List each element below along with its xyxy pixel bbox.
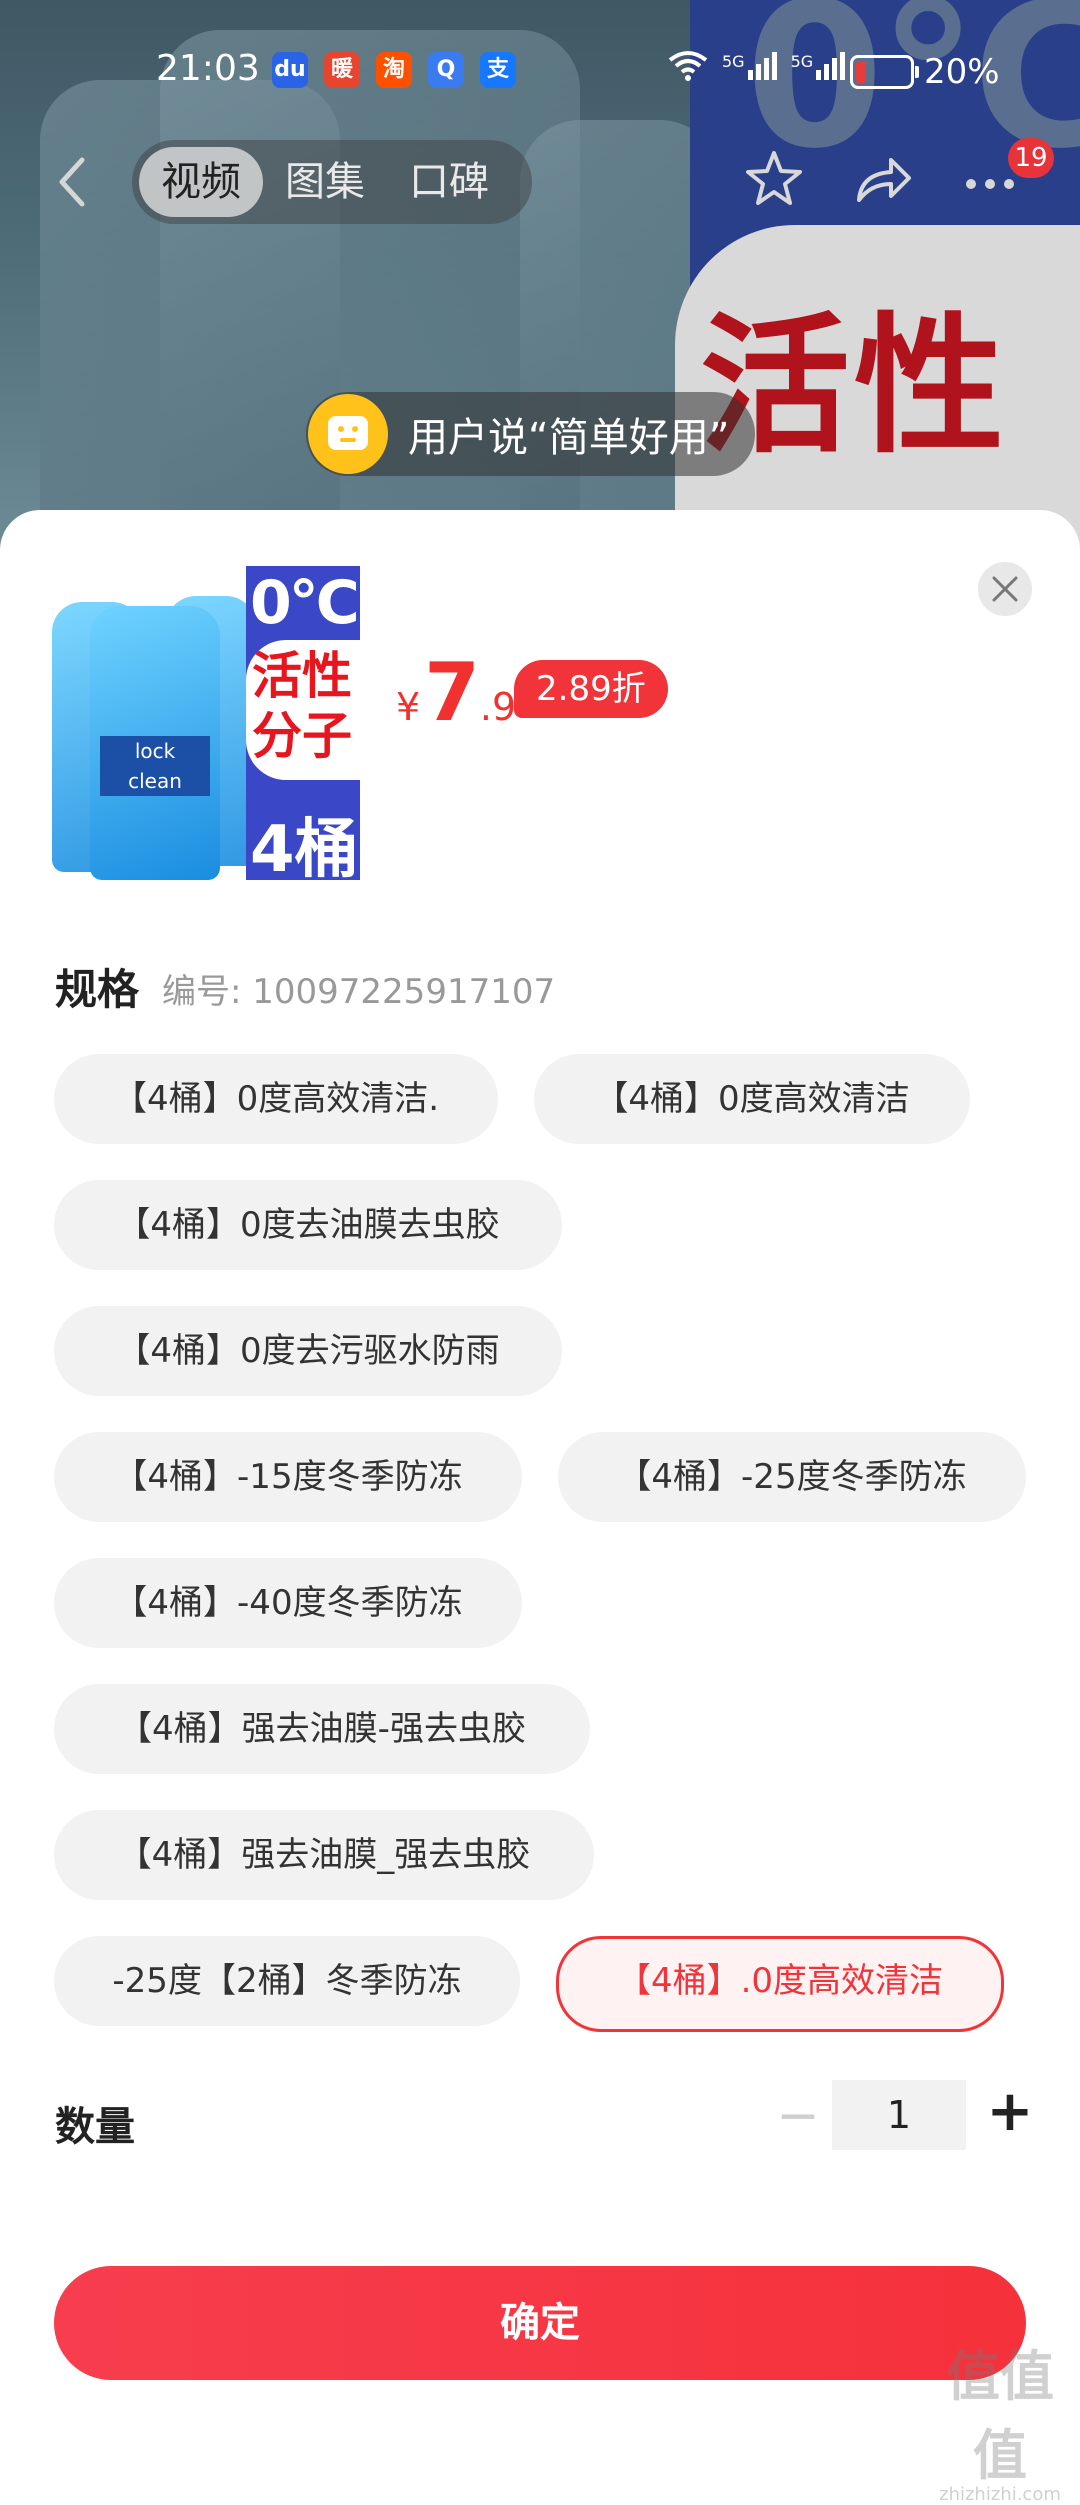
price-currency: ¥: [396, 685, 421, 729]
wifi-icon: [668, 51, 708, 81]
spec-option[interactable]: 【4桶】0度去油膜去虫胶: [54, 1180, 562, 1270]
user-says-text: 用户说“简单好用”: [408, 415, 730, 461]
product-image-count: 4桶: [250, 813, 359, 880]
spec-option[interactable]: 【4桶】强去油膜-强去虫胶: [54, 1684, 590, 1774]
taobao-icon: 淘: [376, 52, 412, 88]
sku-bottom-sheet: lock clean 0°C 活性 分子 4桶 ¥ 7 .9 2.89折 规格 编号…: [0, 510, 1080, 2505]
quantity-label: 数量: [55, 2104, 135, 2150]
battery-status: 20%: [850, 52, 1000, 92]
alipay-icon: 支: [480, 52, 516, 88]
spec-option[interactable]: 【4桶】-25度冬季防冻: [558, 1432, 1026, 1522]
back-icon[interactable]: [52, 152, 92, 212]
close-icon: [992, 576, 1018, 602]
quantity-input[interactable]: 1: [832, 2080, 966, 2150]
watermark-main: 值值值: [946, 2345, 1054, 2487]
battery-percent: 20%: [924, 52, 1000, 92]
star-icon[interactable]: [742, 148, 806, 212]
tab-video[interactable]: 视频: [139, 147, 263, 217]
search-app-icon: Q: [428, 52, 464, 88]
battery-icon: [850, 55, 919, 89]
product-image-temp: 0°C: [250, 568, 360, 638]
share-icon[interactable]: [850, 148, 914, 212]
network-label: 5G: [790, 52, 814, 71]
spec-option[interactable]: 【4桶】-40度冬季防冻: [54, 1558, 522, 1648]
close-button[interactable]: [978, 562, 1032, 616]
spec-option[interactable]: -25度【2桶】冬季防冻: [54, 1936, 520, 2026]
spec-option-selected[interactable]: 【4桶】.0度高效清洁: [556, 1936, 1004, 2032]
spec-option[interactable]: 【4桶】强去油膜_强去虫胶: [54, 1810, 594, 1900]
discount-badge: 2.89折: [514, 660, 668, 718]
spec-title: 规格: [55, 965, 140, 1014]
price-decimal: .9: [479, 685, 517, 729]
network-label: 5G: [722, 52, 745, 71]
price-integer: 7: [424, 646, 480, 739]
spec-option[interactable]: 【4桶】-15度冬季防冻: [54, 1432, 522, 1522]
signal-indicators: 5G 5G: [668, 50, 846, 82]
spec-option[interactable]: 【4桶】0度高效清洁: [534, 1054, 970, 1144]
spec-option[interactable]: 【4桶】0度高效清洁.: [54, 1054, 498, 1144]
tab-reviews[interactable]: 口碑: [387, 140, 511, 224]
media-tabs: 视频 图集 口碑: [132, 140, 532, 224]
tab-gallery[interactable]: 图集: [263, 140, 387, 224]
status-app-icons: du 暖 淘 Q 支: [272, 52, 516, 88]
nuan-icon: 暖: [324, 52, 360, 88]
spec-option[interactable]: 【4桶】0度去污驱水防雨: [54, 1306, 562, 1396]
status-bar: 21:03 du 暖 淘 Q 支 5G 5G 20%: [0, 40, 1080, 110]
status-time: 21:03: [156, 48, 260, 89]
watermark-sub: zhizhizhi.com: [939, 2484, 1061, 2505]
smile-chat-icon: [308, 394, 388, 474]
signal-5g-1-icon: 5G: [722, 52, 777, 80]
confirm-button[interactable]: 确定: [54, 2266, 1026, 2380]
product-image-tagline: 活性 分子: [252, 647, 352, 765]
spec-id: 编号: 10097225917107: [162, 972, 556, 1012]
quantity-decrease-button[interactable]: −: [768, 2076, 828, 2156]
quantity-increase-button[interactable]: +: [975, 2072, 1045, 2152]
product-thumbnail[interactable]: lock clean 0°C 活性 分子 4桶: [46, 566, 360, 880]
signal-5g-2-icon: 5G: [791, 52, 846, 80]
user-says-pill[interactable]: 用户说“简单好用”: [306, 392, 756, 476]
baidu-icon: du: [272, 52, 308, 88]
notification-badge: 19: [1008, 138, 1054, 178]
price: ¥ 7 .9: [396, 646, 516, 739]
watermark-logo: 值值值 zhizhizhi.com: [930, 2332, 1070, 2505]
